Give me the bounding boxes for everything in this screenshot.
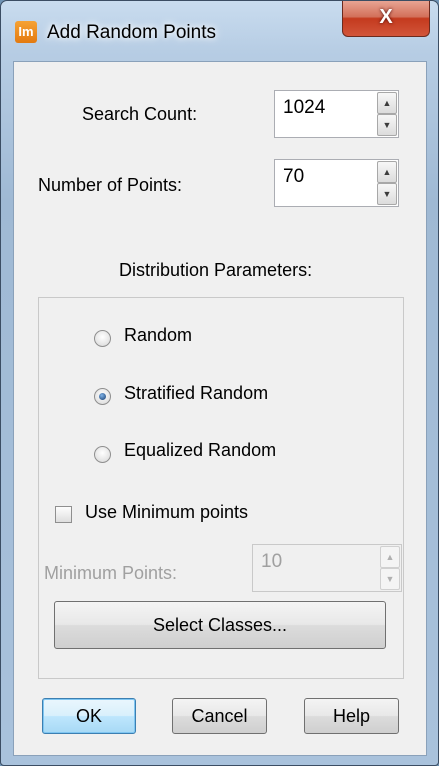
cancel-button[interactable]: Cancel — [172, 698, 267, 734]
dialog-client-area: Search Count: 1024 ▲ ▼ Number of Points:… — [13, 61, 427, 756]
radio-equalized-random-icon[interactable] — [94, 446, 111, 463]
minimum-points-up-icon: ▲ — [380, 546, 400, 568]
help-button[interactable]: Help — [304, 698, 399, 734]
minimum-points-stepper: 10 ▲ ▼ — [252, 544, 402, 592]
number-of-points-label: Number of Points: — [38, 175, 183, 195]
search-count-label: Search Count: — [82, 104, 198, 124]
search-count-down-icon[interactable]: ▼ — [377, 114, 397, 136]
minimum-points-value: 10 — [261, 551, 283, 572]
radio-stratified-random-label[interactable]: Stratified Random — [124, 383, 268, 404]
radio-stratified-random-icon[interactable] — [94, 388, 111, 405]
search-count-value[interactable]: 1024 — [283, 97, 325, 119]
radio-random-icon[interactable] — [94, 330, 111, 347]
radio-random-label[interactable]: Random — [124, 325, 192, 346]
radio-equalized-random-label[interactable]: Equalized Random — [124, 440, 276, 461]
ok-button[interactable]: OK — [42, 698, 136, 734]
use-minimum-points-label[interactable]: Use Minimum points — [85, 502, 248, 523]
number-of-points-value[interactable]: 70 — [283, 166, 304, 188]
app-icon: Im — [15, 21, 37, 43]
number-of-points-stepper[interactable]: 70 ▲ ▼ — [274, 159, 399, 207]
minimum-points-label: Minimum Points: — [44, 563, 178, 583]
close-button[interactable]: X — [342, 1, 430, 37]
number-of-points-up-icon[interactable]: ▲ — [377, 161, 397, 183]
dialog-window: Im Add Random Points X Search Count: 102… — [0, 0, 439, 766]
title-bar[interactable]: Im Add Random Points X — [1, 1, 438, 49]
search-count-stepper[interactable]: 1024 ▲ ▼ — [274, 90, 399, 138]
distribution-parameters-label: Distribution Parameters: — [119, 260, 313, 280]
use-minimum-points-checkbox[interactable] — [55, 506, 72, 523]
select-classes-button[interactable]: Select Classes... — [54, 601, 386, 649]
distribution-group: Random Stratified Random Equalized Rando… — [38, 297, 404, 679]
window-title: Add Random Points — [47, 22, 216, 43]
search-count-up-icon[interactable]: ▲ — [377, 92, 397, 114]
number-of-points-down-icon[interactable]: ▼ — [377, 183, 397, 205]
minimum-points-down-icon: ▼ — [380, 568, 400, 590]
